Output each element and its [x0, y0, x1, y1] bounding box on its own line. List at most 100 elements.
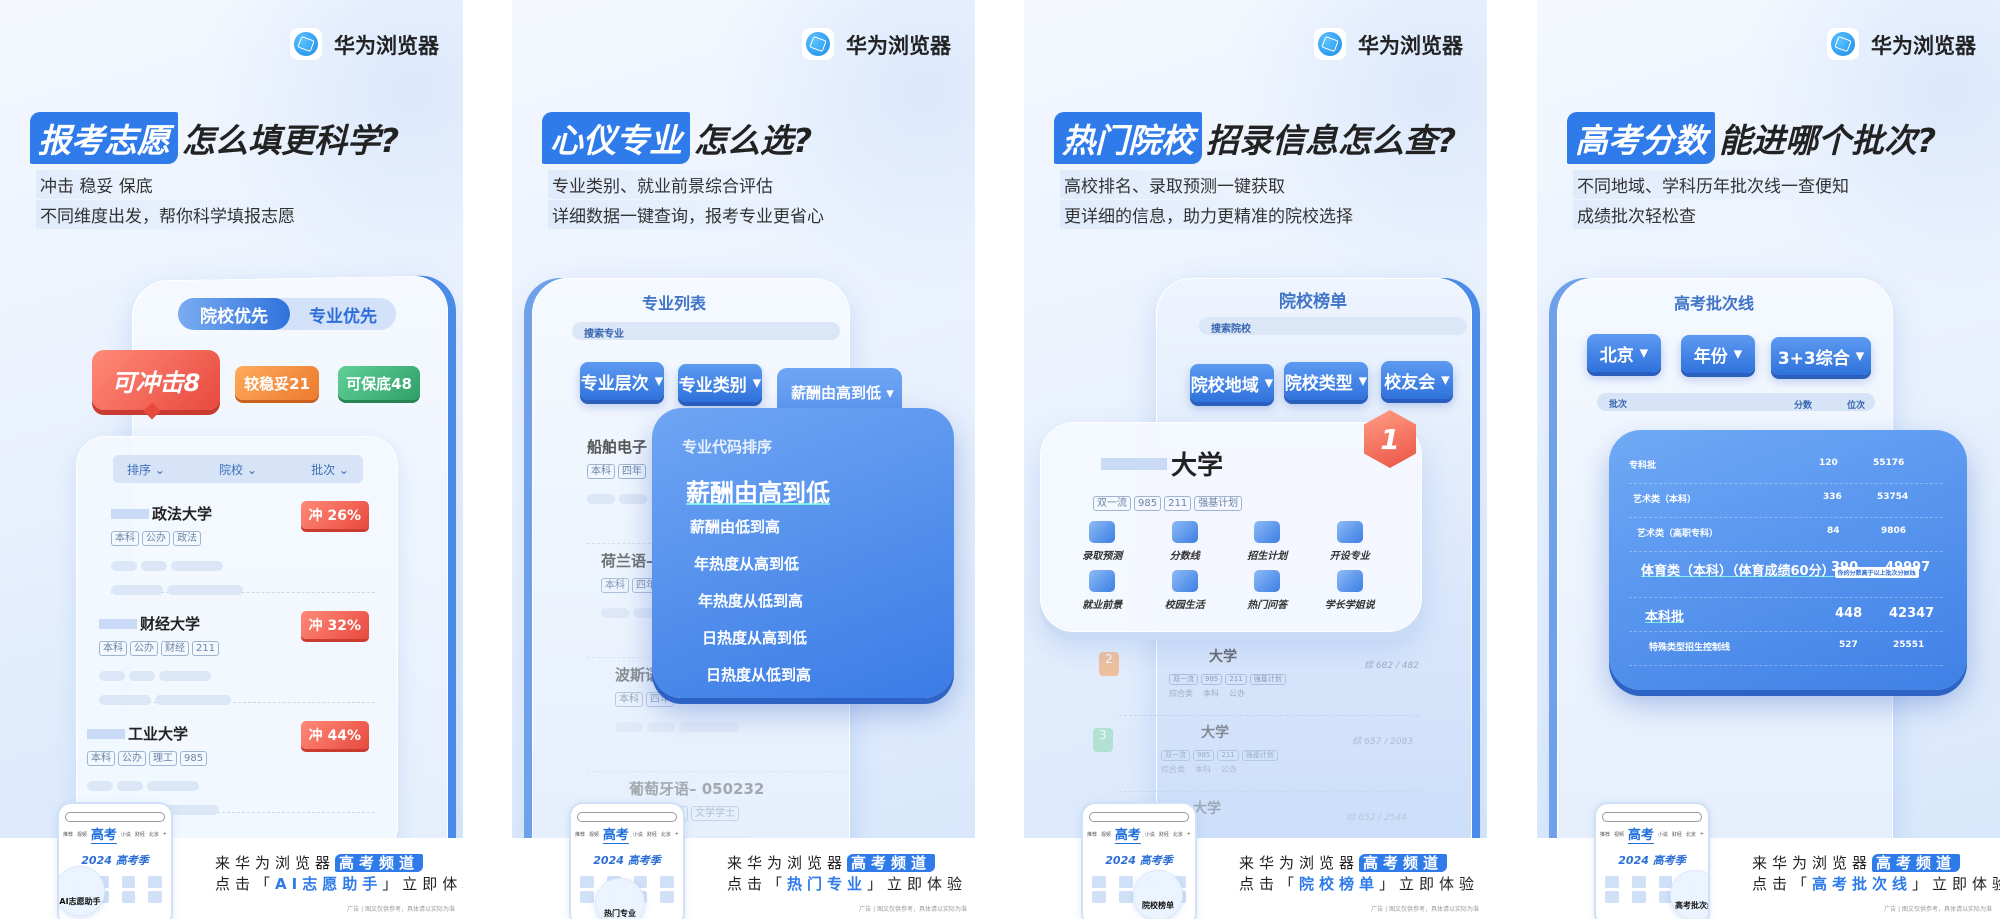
tab-major-first[interactable]: 专业优先 [290, 298, 396, 330]
mini-tab[interactable]: 小说 [121, 831, 131, 838]
sort-option[interactable]: 日热度从高到低 [702, 627, 954, 648]
school-search-input[interactable]: 搜索院校 [1199, 317, 1467, 335]
feature-entry[interactable]: 录取预测 [1061, 521, 1144, 562]
filter-province[interactable]: 北京 ▾ [1587, 334, 1661, 372]
mini-tab[interactable]: 北京 [149, 831, 159, 838]
safe-count-badge[interactable]: 可保底48 [338, 366, 420, 400]
mini-tab[interactable]: 推荐 [575, 831, 585, 838]
sort-option[interactable]: 薪酬由高到低 [686, 473, 954, 508]
filter-region[interactable]: 院校地域 ▾ [1190, 364, 1274, 402]
school-meta: 公办 [1221, 765, 1237, 774]
batch-row[interactable]: 艺术类（本科） 336 53754 [1629, 484, 1943, 518]
mini-tab[interactable]: + [1700, 831, 1704, 837]
feature-entry[interactable]: 开设专业 [1309, 521, 1392, 562]
mini-tab[interactable]: 小说 [1658, 831, 1668, 838]
mini-focus-entry[interactable]: AI志愿助手 [59, 866, 105, 916]
feature-label: 就业前景 [1082, 600, 1123, 611]
ranking-row[interactable]: 2 大学 双一流 985 211 强基计划 综合类 本科 公办综 682 / 482 [1099, 640, 1419, 716]
ad-disclaimer: 广告 | 图文仅供参考，具体请以实际为准 [347, 906, 455, 913]
batch-score: 120 [1819, 458, 1838, 468]
mini-tab[interactable]: + [163, 831, 167, 837]
stable-count-badge[interactable]: 较稳妥21 [235, 366, 319, 400]
school-row[interactable]: 工业大学 本科 公办 理工 985 冲 44% [87, 703, 375, 815]
mini-tab[interactable]: 北京 [1173, 831, 1183, 838]
feature-icon [1089, 521, 1116, 543]
sort-option[interactable]: 专业代码排序 [682, 436, 954, 457]
feature-label: 热门问答 [1247, 600, 1288, 611]
tag: 本科 [601, 578, 629, 593]
tab-school-first[interactable]: 院校优先 [178, 298, 290, 330]
filter-batch[interactable]: 批次 ⌄ [311, 461, 349, 478]
mini-tab[interactable]: 北京 [1686, 831, 1696, 838]
mini-tab[interactable]: 视频 [1101, 831, 1111, 838]
feature-entry[interactable]: 分数线 [1144, 521, 1227, 562]
mini-tab[interactable]: 高考 [1114, 824, 1141, 844]
mini-tab[interactable]: 高考 [1627, 824, 1654, 844]
mini-focus-entry[interactable]: 高考批次线 [1670, 870, 1708, 919]
mini-focus-entry[interactable]: 院校榜单 [1133, 870, 1183, 919]
major-search-input[interactable]: 搜索专业 [572, 322, 840, 340]
reach-chance-badge: 冲 26% [300, 501, 369, 529]
mini-phone-preview: 推荐 视频 高考 小说 财经 北京 +2024 高考季 院校榜单 [1081, 802, 1197, 919]
feature-entry[interactable]: 校园生活 [1144, 570, 1227, 611]
feature-icon [1171, 521, 1198, 543]
batch-row[interactable]: 本科批 448 42347 [1629, 598, 1943, 632]
school-score: 综 682 / 482 [1364, 661, 1419, 671]
feature-label: 学长学姐说 [1324, 600, 1375, 611]
filter-year[interactable]: 年份 ▾ [1681, 335, 1755, 373]
feature-label: 分数线 [1169, 551, 1200, 562]
major-name: 葡萄牙语– 050232 [629, 780, 765, 798]
mini-tab[interactable]: + [675, 831, 679, 837]
sort-option[interactable]: 年热度从低到高 [698, 590, 954, 611]
batch-row[interactable]: 专科批 120 55176 [1629, 450, 1943, 484]
mini-tab[interactable]: 财经 [647, 831, 657, 838]
mini-tab[interactable]: 高考 [90, 824, 117, 844]
batch-rank: 25551 [1893, 640, 1925, 650]
cta-line2: 点击「热门专业」立即体验 [727, 875, 968, 893]
reach-count-bubble[interactable]: 可冲击8 [92, 350, 220, 410]
feature-entry[interactable]: 学长学姐说 [1309, 570, 1392, 611]
mini-tab[interactable]: 财经 [135, 831, 145, 838]
feature-entry[interactable]: 招生计划 [1226, 521, 1309, 562]
mini-tab[interactable]: 视频 [77, 831, 87, 838]
mini-tab[interactable]: 视频 [1614, 831, 1624, 838]
school-row[interactable]: 政法大学 本科 公办 政法 冲 26% [111, 483, 375, 595]
mini-tab[interactable]: 推荐 [1087, 831, 1097, 838]
feature-icon [1336, 570, 1363, 592]
ad-disclaimer: 广告 | 图文仅供参考，具体请以实际为准 [859, 906, 967, 913]
mini-tab[interactable]: 高考 [602, 824, 629, 844]
filter-alumni[interactable]: 校友会 ▾ [1381, 361, 1453, 399]
filter-subject-mode[interactable]: 3+3综合 ▾ [1771, 337, 1871, 375]
batch-row[interactable]: 艺术类（高职专科） 84 9806 [1629, 518, 1943, 552]
batch-row[interactable]: 体育类（本科）（体育成绩60分） 390 49997 你的分数高于以上批次分数线 [1629, 552, 1943, 598]
filter-major-category[interactable]: 专业类别 ▾ [678, 364, 762, 402]
sort-option[interactable]: 薪酬由低到高 [690, 516, 954, 537]
school-row[interactable]: 财经大学 本科 公办 财经 211 冲 32% [99, 593, 375, 705]
mini-tab[interactable]: 财经 [1672, 831, 1682, 838]
headline: 报考志愿 怎么填更科学? [30, 112, 399, 164]
batch-row[interactable]: 特殊类型招生控制线 527 25551 [1629, 632, 1943, 666]
sort-option[interactable]: 日热度从低到高 [706, 664, 954, 685]
ranking-row[interactable]: 3 大学 双一流 985 211 强基计划 综合类 本科 公办综 657 / 2083 [1093, 716, 1419, 792]
school-meta: 综合类 [1169, 689, 1193, 698]
filter-major-level[interactable]: 专业层次 ▾ [580, 362, 664, 400]
rank-medal-icon: 2 [1099, 652, 1119, 676]
filter-school[interactable]: 院校 ⌄ [219, 461, 257, 478]
feature-entry[interactable]: 就业前景 [1061, 570, 1144, 611]
mini-tab[interactable]: 小说 [633, 831, 643, 838]
priority-toggle[interactable]: 院校优先 专业优先 [178, 298, 396, 330]
filter-sort[interactable]: 排序 ⌄ [127, 461, 165, 478]
mini-tab[interactable]: 财经 [1159, 831, 1169, 838]
mini-tab[interactable]: 推荐 [63, 831, 73, 838]
filter-school-type[interactable]: 院校类型 ▾ [1284, 362, 1368, 400]
mini-tab[interactable]: 北京 [661, 831, 671, 838]
sort-option[interactable]: 年热度从高到低 [694, 553, 954, 574]
huawei-browser-logo-icon [802, 28, 834, 60]
feature-entry[interactable]: 热门问答 [1226, 570, 1309, 611]
tag: 强基计划 [1241, 750, 1278, 761]
mini-tab[interactable]: 小说 [1145, 831, 1155, 838]
mini-tab[interactable]: + [1187, 831, 1191, 837]
mini-tab[interactable]: 视频 [589, 831, 599, 838]
mini-tab[interactable]: 推荐 [1600, 831, 1610, 838]
brand-name: 华为浏览器 [1871, 34, 1976, 58]
